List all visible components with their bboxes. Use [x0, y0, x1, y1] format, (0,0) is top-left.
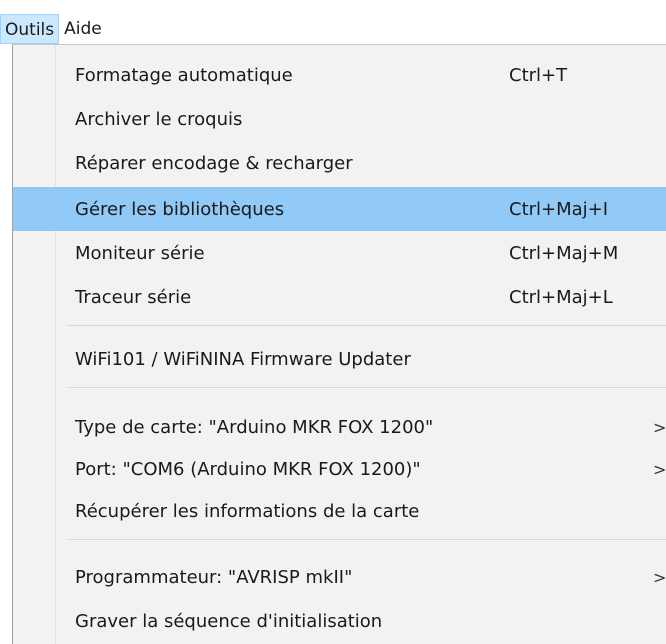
menu-item-recuperer-informations[interactable]: Récupérer les informations de la carte: [13, 489, 666, 533]
menu-outils[interactable]: Outils: [0, 14, 60, 44]
submenu-arrow-icon: >: [653, 459, 666, 479]
submenu-arrow-icon: >: [653, 417, 666, 437]
menu-item-gerer-les-bibliotheques[interactable]: Gérer les bibliothèques Ctrl+Maj+I: [13, 187, 666, 231]
menu-item-label: Moniteur série: [75, 242, 205, 264]
menu-item-label: Formatage automatique: [75, 64, 293, 86]
menu-item-label: Archiver le croquis: [75, 108, 243, 130]
menu-item-label: Programmateur: "AVRISP mkII": [75, 566, 353, 588]
menu-item-programmateur[interactable]: Programmateur: "AVRISP mkII" >: [13, 555, 666, 599]
menu-item-reparer-encodage[interactable]: Réparer encodage & recharger: [13, 141, 666, 185]
menu-item-graver-sequence[interactable]: Graver la séquence d'initialisation: [13, 599, 666, 643]
menu-item-shortcut: Ctrl+T: [509, 64, 568, 86]
menu-item-formatage-automatique[interactable]: Formatage automatique Ctrl+T: [13, 53, 666, 97]
menu-separator: [67, 539, 666, 540]
menu-item-traceur-serie[interactable]: Traceur série Ctrl+Maj+L: [13, 275, 666, 319]
menu-item-label: Récupérer les informations de la carte: [75, 500, 420, 522]
menu-item-shortcut: Ctrl+Maj+M: [509, 242, 619, 264]
menu-item-label: Type de carte: "Arduino MKR FOX 1200": [75, 416, 434, 438]
menu-aide[interactable]: Aide: [59, 14, 107, 44]
menu-item-type-de-carte[interactable]: Type de carte: "Arduino MKR FOX 1200" >: [13, 405, 666, 449]
menu-item-shortcut: Ctrl+Maj+I: [509, 198, 609, 220]
menu-item-label: Gérer les bibliothèques: [75, 198, 285, 220]
menu-separator: [67, 387, 666, 388]
menu-bar: Outils Aide: [0, 0, 666, 48]
menu-item-label: Port: "COM6 (Arduino MKR FOX 1200)": [75, 458, 421, 480]
menu-item-label: WiFi101 / WiFiNINA Firmware Updater: [75, 348, 411, 370]
menu-item-archiver-le-croquis[interactable]: Archiver le croquis: [13, 97, 666, 141]
menu-item-port[interactable]: Port: "COM6 (Arduino MKR FOX 1200)" >: [13, 447, 666, 491]
menu-item-moniteur-serie[interactable]: Moniteur série Ctrl+Maj+M: [13, 231, 666, 275]
menu-item-wifi-firmware-updater[interactable]: WiFi101 / WiFiNINA Firmware Updater: [13, 337, 666, 381]
menu-item-label: Traceur série: [75, 286, 192, 308]
submenu-arrow-icon: >: [653, 567, 666, 587]
menu-item-shortcut: Ctrl+Maj+L: [509, 286, 613, 308]
menu-item-label: Réparer encodage & recharger: [75, 152, 353, 174]
outils-dropdown-menu: Formatage automatique Ctrl+T Archiver le…: [12, 44, 666, 644]
menu-item-label: Graver la séquence d'initialisation: [75, 610, 383, 632]
menu-separator: [67, 325, 666, 326]
